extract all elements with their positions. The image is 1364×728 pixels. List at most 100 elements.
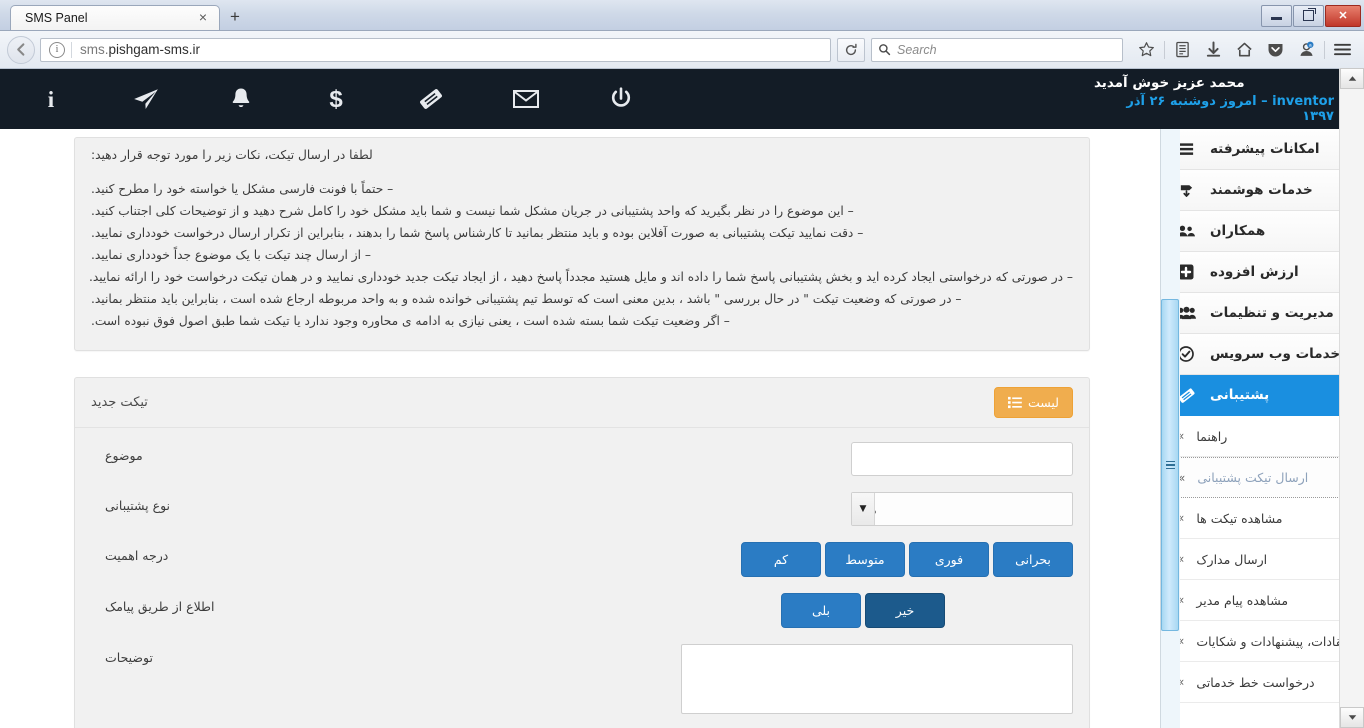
- toolbar-icons: a: [1131, 35, 1358, 65]
- sidebar-subitem-manager-message[interactable]: مشاهده پیام مدیر »: [1161, 580, 1364, 621]
- support-type-value: مالی: [851, 492, 1073, 526]
- sidebar-item-label: مدیریت و تنظیمات: [1210, 305, 1334, 321]
- sidebar-item-support[interactable]: پشتیبانی: [1161, 375, 1364, 416]
- sidebar-item-label: خدمات هوشمند: [1210, 182, 1313, 198]
- close-icon[interactable]: ×: [195, 10, 211, 26]
- description-field-wrap: [267, 644, 1073, 714]
- sidebar-subitem-label: ارسال مدارک: [1196, 551, 1268, 567]
- pocket-icon[interactable]: [1260, 35, 1291, 65]
- support-type-select[interactable]: مالی ▼: [851, 492, 1073, 526]
- sms-notify-option-no[interactable]: خیر: [865, 593, 945, 628]
- account-icon[interactable]: a: [1291, 35, 1322, 65]
- description-textarea[interactable]: [681, 644, 1073, 714]
- download-icon[interactable]: [1198, 35, 1229, 65]
- search-box[interactable]: Search: [871, 37, 1123, 62]
- dollar-icon[interactable]: $: [288, 69, 383, 129]
- url-divider: [71, 41, 72, 58]
- sidebar-item-value-added[interactable]: ارزش افزوده: [1161, 252, 1364, 293]
- bookmark-star-icon[interactable]: [1131, 35, 1162, 65]
- sidebar-subitem-service-line-request[interactable]: درخواست خط خدماتی »: [1161, 662, 1364, 703]
- minimize-button[interactable]: [1261, 4, 1292, 27]
- sidebar-subitem-label: ارسال تیکت پشتیبانی: [1197, 470, 1309, 485]
- url-bar[interactable]: i sms.pishgam-sms.ir: [40, 37, 831, 62]
- sidebar-item-label: ارزش افزوده: [1210, 264, 1299, 280]
- sidebar-subitem-guide[interactable]: راهنما »: [1161, 416, 1364, 457]
- priority-option-critical[interactable]: بحرانی: [993, 542, 1073, 577]
- list-button[interactable]: لیست: [993, 387, 1073, 418]
- back-button[interactable]: [6, 35, 36, 65]
- sms-notify-option-yes[interactable]: بلی: [781, 593, 861, 628]
- new-ticket-panel: لیست تیکت جدید موضوع ▼ نوع پشتیبانی بحرا…: [74, 377, 1090, 728]
- notice-heading: لطفا در ارسال تیکت، نکات زیر را مورد توج…: [91, 148, 373, 162]
- scrollbar-track[interactable]: [1340, 89, 1364, 707]
- browser-tab[interactable]: SMS Panel ×: [10, 5, 220, 30]
- username: inventor: [1272, 93, 1334, 109]
- close-button[interactable]: ✕: [1325, 4, 1361, 27]
- sms-notify-field-wrap: خیر بلی: [267, 593, 1073, 628]
- support-type-label: نوع پشتیبانی: [105, 498, 171, 513]
- inner-scrollbar[interactable]: [1160, 129, 1180, 728]
- maximize-button[interactable]: [1293, 4, 1324, 27]
- scroll-down-button[interactable]: [1340, 707, 1364, 728]
- notice-line: – در صورتی که درخواستی ایجاد کرده اید و …: [88, 270, 1073, 284]
- sidebar-subitem-send-documents[interactable]: ارسال مدارک »: [1161, 539, 1364, 580]
- browser-toolbar: i sms.pishgam-sms.ir Search a: [0, 31, 1364, 69]
- sidebar-item-partners[interactable]: همکاران: [1161, 211, 1364, 252]
- subject-field-wrap: [267, 442, 1073, 476]
- sidebar-subitem-feedback[interactable]: انتقادات، پیشنهادات و شکایات »: [1161, 621, 1364, 662]
- scroll-up-button[interactable]: [1340, 68, 1364, 89]
- form-row-support-type: مالی ▼ نوع پشتیبانی: [91, 492, 1073, 526]
- paper-plane-icon[interactable]: [98, 69, 193, 129]
- description-label: توضیحات: [105, 650, 153, 665]
- power-icon[interactable]: [573, 69, 668, 129]
- sidebar-subitem-view-tickets[interactable]: مشاهده تیکت ها »: [1161, 498, 1364, 539]
- toolbar-divider: [1324, 40, 1325, 59]
- sidebar-subitem-label: درخواست خط خدماتی: [1196, 674, 1315, 690]
- sidebar-item-advanced[interactable]: امکانات پیشرفته: [1161, 129, 1364, 170]
- reload-icon[interactable]: [837, 37, 865, 62]
- sidebar-subitem-send-ticket[interactable]: ارسال تیکت پشتیبانی »: [1161, 457, 1364, 498]
- info-icon[interactable]: i: [3, 69, 98, 129]
- sms-notify-button-group: خیر بلی: [781, 593, 945, 628]
- bell-icon[interactable]: [193, 69, 288, 129]
- panel-header: لیست تیکت جدید: [75, 378, 1089, 428]
- inner-scrollbar-thumb[interactable]: [1161, 299, 1179, 631]
- window-titlebar: SMS Panel × + ✕: [0, 0, 1364, 31]
- topbar-icon-row: $ i: [0, 69, 668, 129]
- support-type-field-wrap: مالی ▼: [267, 492, 1073, 526]
- sidebar-submenu: راهنما » ارسال تیکت پشتیبانی » مشاهده تی…: [1161, 416, 1364, 703]
- sidebar-item-label: همکاران: [1210, 223, 1266, 239]
- chevron-down-icon[interactable]: ▼: [852, 493, 875, 525]
- search-placeholder: Search: [897, 42, 937, 57]
- notice-panel: لطفا در ارسال تیکت، نکات زیر را مورد توج…: [74, 137, 1090, 351]
- url-text: sms.pishgam-sms.ir: [80, 42, 200, 57]
- notice-line: – این موضوع را در نظر بگیرید که واحد پشت…: [91, 204, 854, 218]
- svg-text:a: a: [1309, 44, 1312, 49]
- ticket-icon[interactable]: [383, 69, 478, 129]
- new-tab-button[interactable]: +: [220, 5, 250, 30]
- sidebar-subitem-label: راهنما: [1196, 428, 1228, 444]
- page-title: تیکت جدید: [91, 395, 148, 410]
- sidebar-item-management[interactable]: مدیریت و تنظیمات: [1161, 293, 1364, 334]
- priority-option-low[interactable]: کم: [741, 542, 821, 577]
- subject-label: موضوع: [105, 448, 143, 463]
- menu-icon[interactable]: [1327, 35, 1358, 65]
- site-info-icon[interactable]: i: [49, 41, 65, 58]
- svg-text:i: i: [47, 87, 54, 112]
- priority-label: درجه اهمیت: [105, 548, 169, 563]
- browser-scrollbar[interactable]: [1339, 68, 1364, 728]
- priority-option-urgent[interactable]: فوری: [909, 542, 989, 577]
- scrollbar-grip: [1165, 460, 1175, 470]
- sidebar-item-smart-services[interactable]: خدمات هوشمند: [1161, 170, 1364, 211]
- sidebar-item-webservice[interactable]: خدمات وب سرویس: [1161, 334, 1364, 375]
- home-icon[interactable]: [1229, 35, 1260, 65]
- browser-window: SMS Panel × + ✕ i sms.pishgam-sms.ir Sea…: [0, 0, 1364, 728]
- welcome-text: محمد عزیز خوش آمدید: [1094, 74, 1245, 91]
- priority-option-medium[interactable]: متوسط: [825, 542, 905, 577]
- envelope-icon[interactable]: [478, 69, 573, 129]
- search-icon: [879, 44, 891, 56]
- tab-title: SMS Panel: [25, 11, 88, 25]
- subject-input[interactable]: [851, 442, 1073, 476]
- reader-icon[interactable]: [1167, 35, 1198, 65]
- list-button-label: لیست: [1027, 395, 1059, 410]
